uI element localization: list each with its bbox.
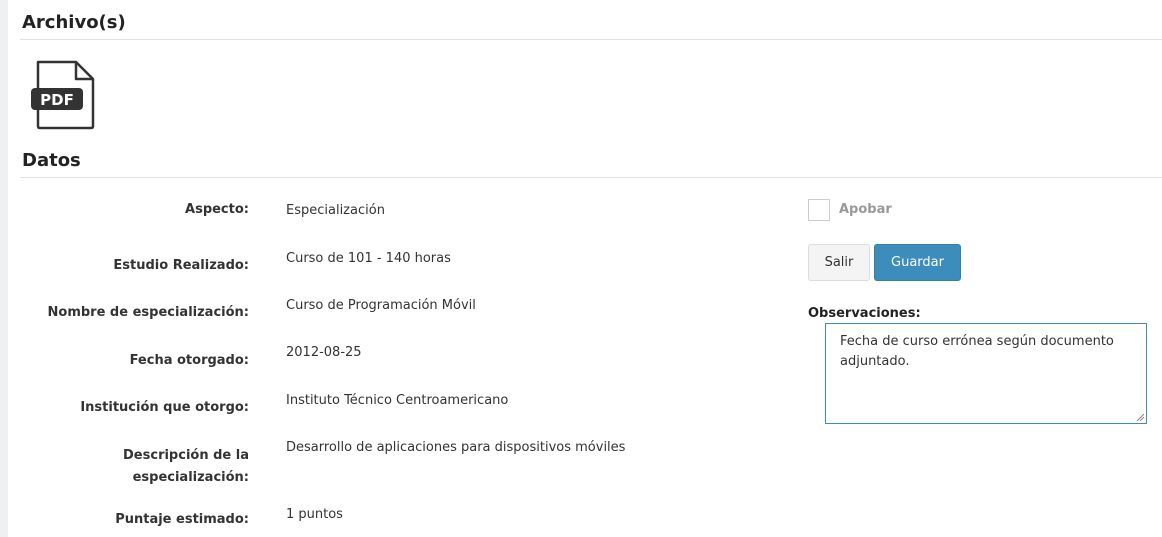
fecha-otorgado-label: Fecha otorgado: [129, 353, 249, 368]
puntaje-label: Puntaje estimado: [115, 512, 249, 527]
archivos-divider [20, 39, 1162, 40]
estudio-realizado-value: Curso de 101 - 140 horas [286, 251, 451, 266]
pdf-icon-text: PDF [40, 91, 74, 109]
datos-title: Datos [22, 150, 81, 171]
aspecto-value: Especialización [286, 203, 385, 218]
institucion-value: Instituto Técnico Centroamericano [286, 393, 509, 408]
nombre-especializacion-value: Curso de Programación Móvil [286, 298, 476, 313]
left-border [0, 0, 8, 537]
approve-label[interactable]: Apobar [839, 202, 892, 217]
estudio-realizado-label: Estudio Realizado: [113, 258, 249, 273]
nombre-especializacion-label: Nombre de especialización: [47, 305, 249, 320]
observaciones-label: Observaciones: [808, 306, 921, 321]
archivos-title: Archivo(s) [22, 12, 126, 33]
fecha-otorgado-value: 2012-08-25 [286, 345, 362, 360]
pdf-file-icon[interactable]: PDF [27, 60, 95, 130]
descripcion-label-line2: especialización: [132, 470, 249, 485]
institucion-label: Institución que otorgo: [80, 400, 249, 415]
aspecto-label: Aspecto: [185, 202, 249, 217]
resize-handle-icon[interactable] [1136, 413, 1144, 421]
observaciones-text: Fecha de curso errónea según documento a… [840, 334, 1114, 369]
exit-button[interactable]: Salir [808, 244, 870, 281]
descripcion-label-line1: Descripción de la [123, 448, 249, 463]
puntaje-value: 1 puntos [286, 507, 343, 522]
observaciones-textarea[interactable]: Fecha de curso errónea según documento a… [825, 323, 1147, 424]
approve-checkbox[interactable] [808, 199, 830, 221]
save-button[interactable]: Guardar [874, 244, 961, 281]
datos-divider [20, 177, 1162, 178]
descripcion-value: Desarrollo de aplicaciones para disposit… [286, 440, 626, 455]
